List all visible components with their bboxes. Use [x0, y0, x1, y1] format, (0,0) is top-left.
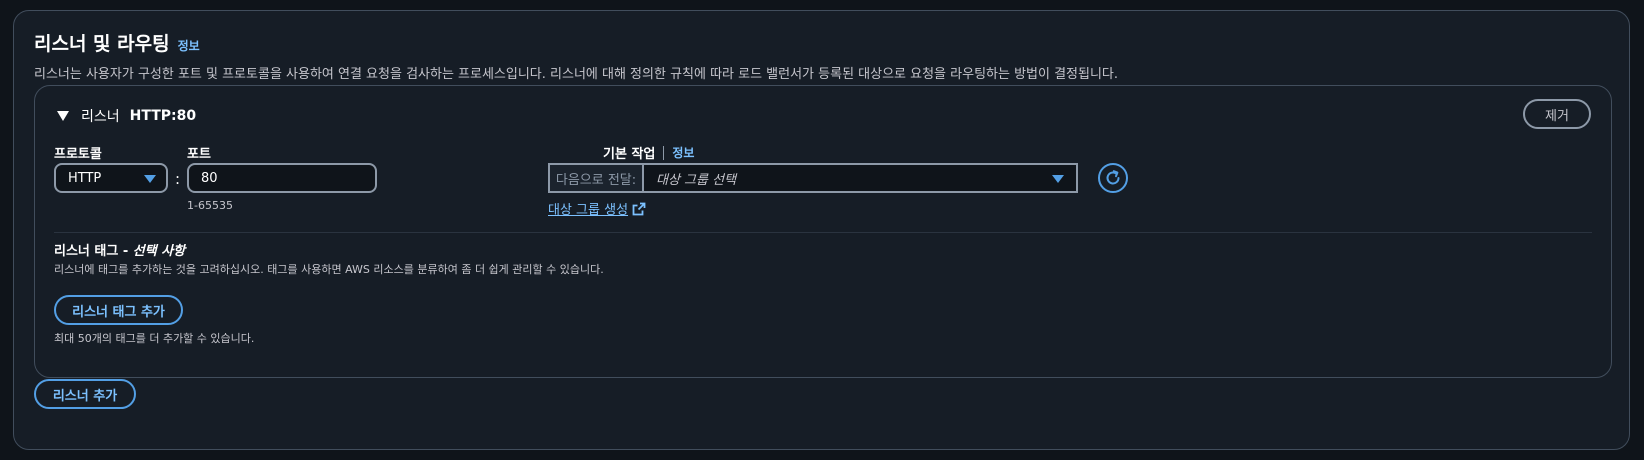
listener-tags-title-optional: 선택 사항	[132, 244, 186, 259]
protocol-select-value: HTTP	[68, 170, 102, 186]
target-group-select[interactable]: 다음으로 전달: 대상 그룹 선택	[548, 163, 1078, 193]
listener-header-label: 리스너	[81, 109, 120, 125]
chevron-down-icon	[1052, 175, 1064, 183]
protocol-port-separator: :	[175, 170, 181, 188]
add-listener-tag-button[interactable]: 리스너 태그 추가	[54, 295, 183, 325]
port-input-value: 80	[201, 170, 218, 186]
create-target-group-link[interactable]: 대상 그룹 생성	[548, 199, 646, 218]
label-separator	[663, 145, 665, 160]
listeners-routing-panel: 리스너 및 라우팅 정보 리스너는 사용자가 구성한 포트 및 프로토콜을 사용…	[13, 10, 1630, 450]
port-input[interactable]: 80	[187, 163, 377, 193]
protocol-select[interactable]: HTTP	[54, 163, 168, 193]
forward-to-prefix: 다음으로 전달:	[550, 165, 644, 191]
tags-limit-text: 최대 50개의 태그를 더 추가할 수 있습니다.	[54, 332, 255, 345]
chevron-down-icon	[144, 175, 156, 183]
target-group-select-value: 대상 그룹 선택	[644, 165, 1076, 191]
section-description: 리스너는 사용자가 구성한 포트 및 프로토콜을 사용하여 연결 요청을 검사하…	[34, 67, 1119, 82]
listener-tags-description: 리스너에 태그를 추가하는 것을 고려하십시오. 태그를 사용하면 AWS 리소…	[54, 263, 604, 276]
section-divider	[54, 232, 1592, 233]
external-link-icon	[632, 202, 646, 215]
listener-tags-title: 리스너 태그 - 선택 사항	[54, 240, 185, 259]
remove-listener-button[interactable]: 제거	[1523, 99, 1591, 129]
refresh-target-groups-button[interactable]	[1098, 163, 1128, 193]
listener-tags-title-main: 리스너 태그 -	[54, 244, 133, 259]
caret-down-icon[interactable]	[57, 111, 69, 121]
listener-header[interactable]: 리스너 HTTP:80	[57, 106, 196, 126]
protocol-label: 프로토콜	[54, 147, 102, 162]
listener-header-value: HTTP:80	[129, 108, 197, 124]
create-target-group-label: 대상 그룹 생성	[548, 203, 629, 218]
target-group-placeholder: 대상 그룹 선택	[656, 172, 737, 188]
port-hint: 1-65535	[187, 199, 233, 212]
add-listener-button[interactable]: 리스너 추가	[34, 379, 136, 409]
default-action-info-link[interactable]: 정보	[672, 144, 694, 161]
default-action-label-row: 기본 작업 정보	[603, 143, 694, 162]
port-label: 포트	[187, 147, 211, 162]
listener-card: 리스너 HTTP:80 제거 프로토콜 포트 HTTP : 80 1-65535…	[34, 85, 1612, 378]
refresh-icon	[1106, 170, 1120, 185]
section-title: 리스너 및 라우팅	[34, 33, 170, 55]
section-info-link[interactable]: 정보	[178, 37, 200, 54]
section-header: 리스너 및 라우팅 정보	[34, 29, 200, 56]
default-action-label: 기본 작업	[603, 147, 656, 162]
